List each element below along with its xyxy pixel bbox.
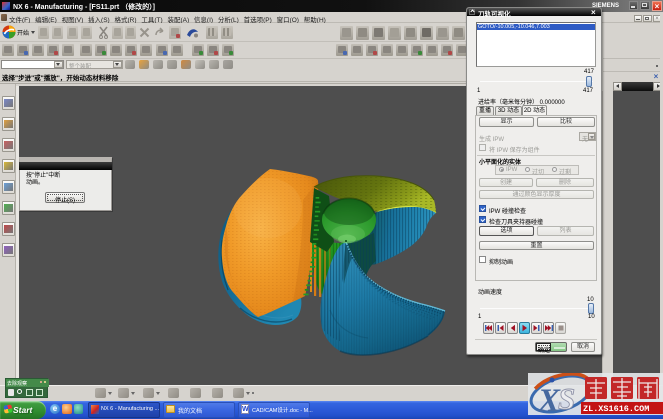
svg-text:S: S [558, 381, 575, 416]
